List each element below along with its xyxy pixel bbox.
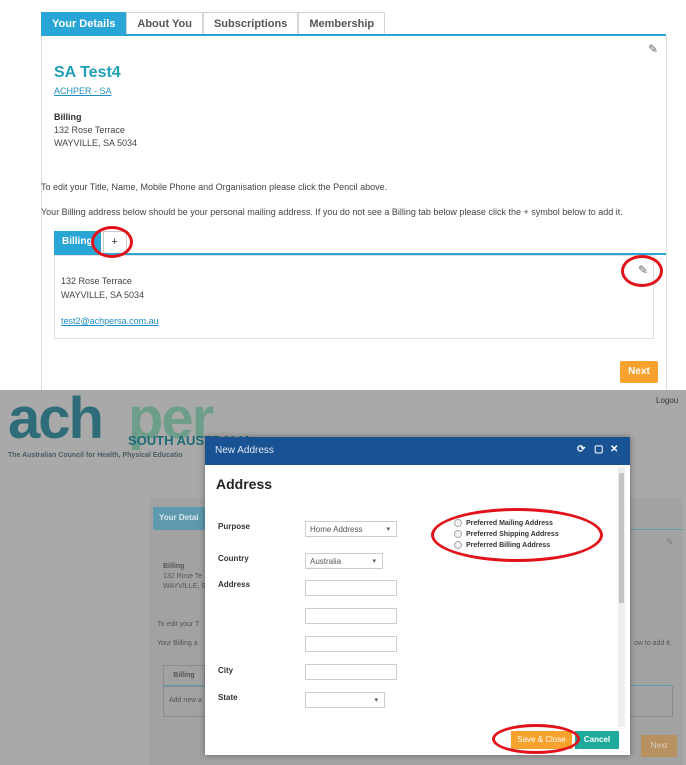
organisation-link[interactable]: ACHPER - SA: [54, 86, 112, 96]
address-line-2-input[interactable]: [305, 608, 397, 624]
bg-next-button: Next: [641, 735, 677, 757]
cancel-button[interactable]: Cancel: [575, 731, 619, 749]
country-label: Country: [218, 554, 249, 563]
bg-billing-note-tail: ow to add it.: [634, 640, 672, 647]
state-select[interactable]: ▾: [305, 692, 385, 708]
details-tabs: Your Details About You Subscriptions Mem…: [41, 12, 386, 35]
edit-details-pencil-icon[interactable]: ✎: [648, 43, 658, 55]
bg-edit-note: To edit your T: [157, 621, 200, 628]
scrollbar-thumb[interactable]: [619, 473, 624, 603]
billing-instructions: Your Billing address below should be you…: [41, 207, 623, 217]
country-select[interactable]: Australia ▾: [305, 553, 383, 569]
state-label: State: [218, 693, 238, 702]
tab-subscriptions[interactable]: Subscriptions: [202, 12, 299, 35]
member-details-panel: Your Details About You Subscriptions Mem…: [0, 0, 686, 390]
modal-title: New Address: [215, 445, 274, 456]
address-label: Address: [218, 580, 251, 589]
chevron-down-icon: ▾: [374, 697, 378, 704]
achper-logo: ach: [8, 390, 104, 451]
address-line-1-input[interactable]: [305, 580, 397, 596]
city-input[interactable]: [305, 664, 397, 680]
tab-about-you[interactable]: About You: [126, 12, 203, 35]
tab-your-details[interactable]: Your Details: [41, 12, 127, 35]
edit-instructions: To edit your Title, Name, Mobile Phone a…: [41, 182, 388, 192]
logout-link[interactable]: Logou: [656, 396, 678, 405]
billing-address-line-1: 132 Rose Terrace: [54, 125, 125, 135]
billing-heading: Billing: [54, 112, 82, 122]
highlight-ring-preferences: [431, 508, 603, 562]
tab-membership[interactable]: Membership: [298, 12, 386, 35]
address-line-3-input[interactable]: [305, 636, 397, 652]
purpose-label: Purpose: [218, 522, 251, 531]
country-value: Australia: [310, 557, 342, 566]
bg-billing-note: Your Billing a: [157, 640, 198, 647]
bg-billing-heading: Billing: [163, 563, 185, 570]
email-link[interactable]: test2@achpersa.com.au: [61, 316, 159, 326]
refresh-icon[interactable]: ⟳: [577, 444, 585, 455]
maximize-icon[interactable]: ▢: [594, 444, 603, 455]
highlight-ring-edit-pencil: [621, 255, 663, 287]
next-button[interactable]: Next: [620, 361, 658, 383]
highlight-ring-add-tab: [91, 226, 133, 258]
council-tagline: The Australian Council for Health, Physi…: [8, 452, 183, 459]
billing-address-line-2: WAYVILLE, SA 5034: [54, 138, 138, 148]
address-dialog-screenshot: ach per SOUTH AUSTRALIA The Australian C…: [0, 390, 686, 765]
bg-tab-your-details: Your Detai: [153, 507, 205, 529]
bg-address-line-1: 132 Rose Te: [163, 573, 203, 580]
purpose-value: Home Address: [310, 525, 363, 534]
address-line-2: WAYVILLE, SA 5034: [61, 290, 145, 300]
purpose-select[interactable]: Home Address ▾: [305, 521, 397, 537]
chevron-down-icon: ▾: [372, 558, 376, 565]
member-name: SA Test4: [54, 64, 121, 81]
city-label: City: [218, 666, 234, 675]
chevron-down-icon: ▾: [386, 526, 390, 533]
bg-pencil-icon: ✎: [666, 537, 674, 547]
address-line-1: 132 Rose Terrace: [61, 276, 132, 286]
bg-address-line-2: WAYVILLE, S: [163, 583, 206, 590]
new-address-modal: New Address ⟳ ▢ ✕ Address Purpose Home A…: [205, 437, 630, 755]
bg-add-new-text: Add new a: [169, 697, 203, 704]
close-icon[interactable]: ✕: [610, 444, 618, 455]
highlight-ring-save: [492, 724, 580, 754]
bg-billing-tab: Billing: [163, 665, 205, 687]
address-heading: Address: [216, 476, 273, 492]
